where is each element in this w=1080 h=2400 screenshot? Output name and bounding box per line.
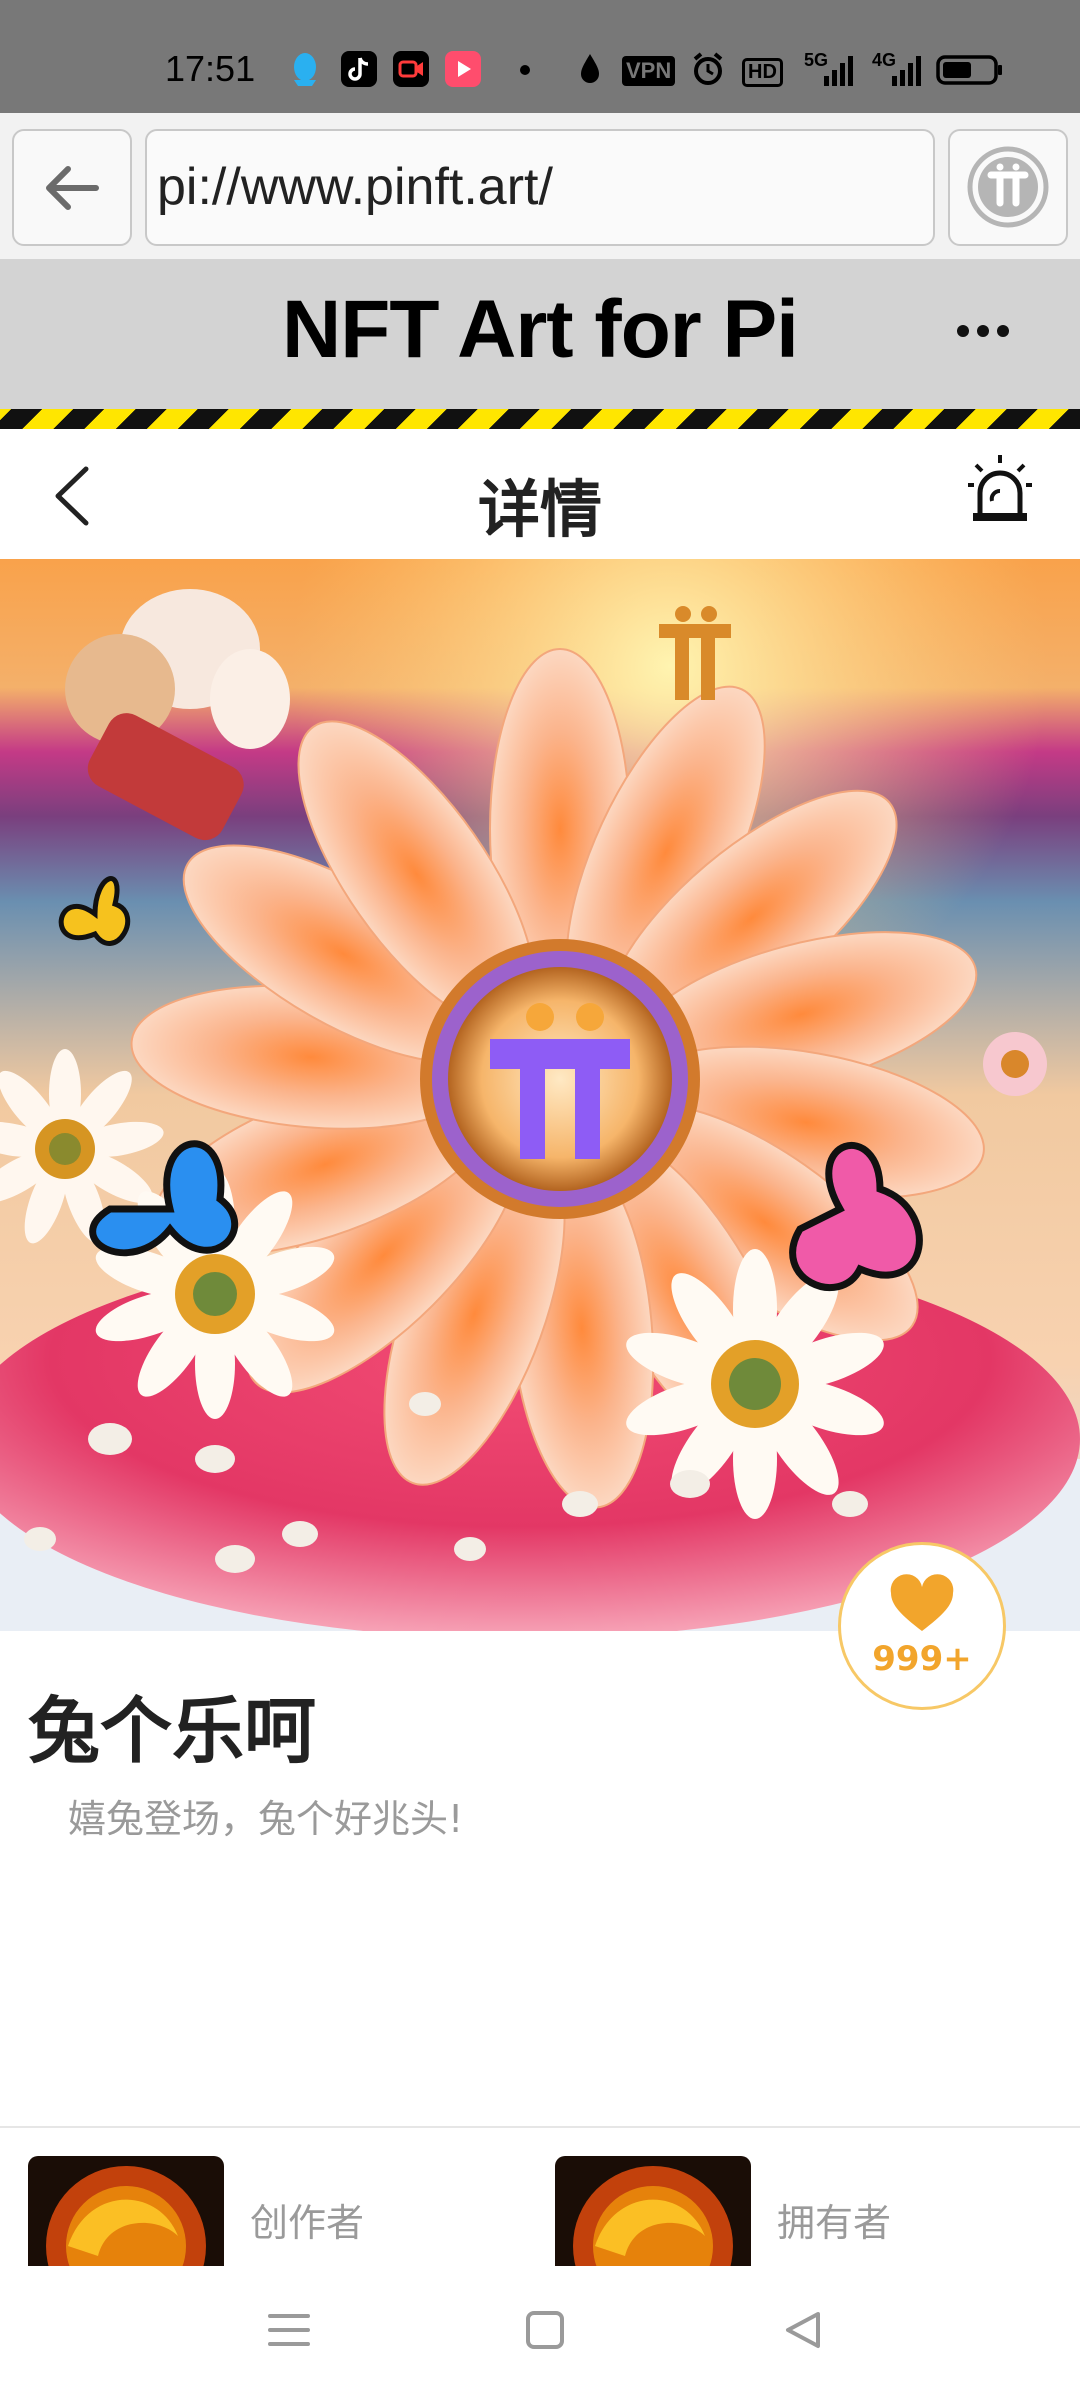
nft-artwork-image[interactable] — [0, 559, 1080, 1631]
creator-label: 创作者 — [250, 2201, 365, 2245]
detail-nav-bar: 详情 — [0, 429, 1080, 559]
drop-icon — [581, 54, 599, 83]
back-icon[interactable] — [782, 2310, 822, 2350]
url-field[interactable]: pi://www.pinft.art/ — [145, 129, 935, 246]
more-menu-icon[interactable] — [955, 321, 1011, 341]
dragon-avatar-image — [28, 2156, 224, 2266]
signal-icon-2 — [892, 56, 921, 86]
page-title: 详情 — [477, 473, 602, 546]
hd-badge: HD — [742, 58, 783, 87]
battery-icon — [936, 55, 1002, 85]
dragon-avatar-image — [555, 2156, 751, 2266]
vpn-badge: VPN — [622, 56, 676, 86]
signal-icon — [824, 56, 853, 86]
arrow-left-icon — [46, 166, 99, 210]
dot-icon — [520, 65, 530, 75]
app-title: NFT Art for Pi — [282, 284, 799, 375]
browser-back-button[interactable] — [12, 129, 132, 246]
app-header: NFT Art for Pi — [0, 259, 1080, 409]
artwork-illustration — [0, 559, 1080, 1631]
system-navigation-bar — [0, 2266, 1080, 2400]
status-bar: 17:51 VPN HD 5G 4G — [0, 0, 1080, 113]
section-divider — [0, 2126, 1080, 2128]
owner-avatar[interactable] — [555, 2156, 751, 2266]
artwork-description: 嬉兔登场，兔个好兆头! — [68, 1797, 464, 1841]
hazard-stripe-divider — [0, 409, 1080, 429]
owner-label: 拥有者 — [777, 2201, 892, 2245]
alarm-light-icon[interactable] — [968, 453, 1032, 525]
like-count: 999+ — [872, 1639, 972, 1679]
browser-toolbar: pi://www.pinft.art/ — [0, 113, 1080, 259]
video-app-icon — [393, 51, 429, 87]
pi-logo-icon — [967, 146, 1049, 228]
tiktok-icon — [341, 51, 377, 87]
creator-avatar[interactable] — [28, 2156, 224, 2266]
alarm-status-icon — [693, 52, 723, 85]
screen: 17:51 VPN HD 5G 4G pi://www.pinft.art/ N… — [0, 0, 1080, 2400]
qq-icon — [294, 53, 316, 86]
home-icon[interactable] — [525, 2310, 565, 2350]
menu-icon[interactable] — [268, 2310, 310, 2350]
youtube-app-icon — [445, 51, 481, 87]
artwork-title: 兔个乐呵 — [28, 1689, 317, 1773]
like-button[interactable]: 999+ — [838, 1542, 1006, 1710]
heart-icon — [890, 1574, 954, 1631]
status-time: 17:51 — [165, 48, 256, 89]
pi-network-button[interactable] — [948, 129, 1068, 246]
